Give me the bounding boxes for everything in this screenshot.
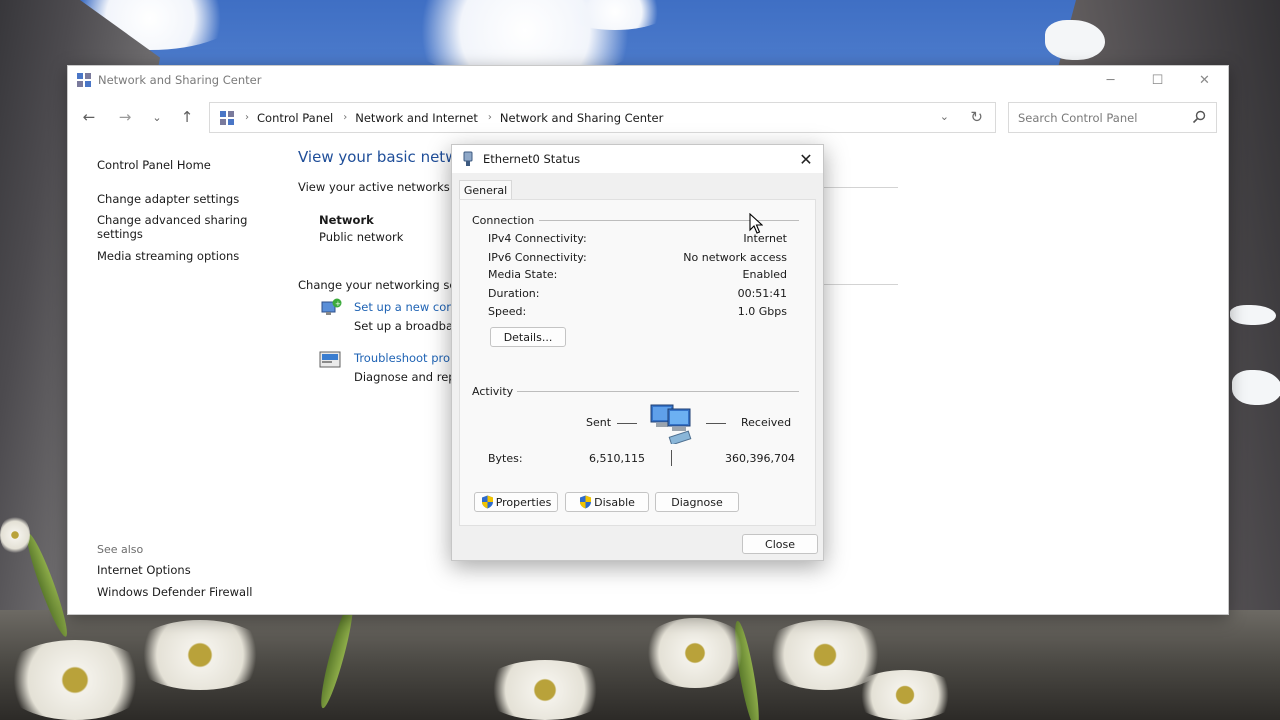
up-arrow-icon: ↑ (180, 108, 194, 126)
dialog-close-icon[interactable]: ✕ (795, 148, 817, 170)
minimize-button[interactable]: ─ (1087, 66, 1134, 94)
network-computers-icon (650, 404, 692, 444)
wallpaper-flower (640, 618, 750, 688)
maximize-button[interactable]: ☐ (1134, 66, 1181, 94)
tab-general[interactable]: General (459, 180, 512, 200)
svg-text:+: + (335, 300, 341, 308)
wallpaper-snow (1230, 305, 1276, 325)
ethernet-icon (463, 151, 473, 166)
up-button[interactable]: ↑ (174, 104, 200, 130)
address-toolbar: ← → ⌄ ↑ › Control Panel › Network and In… (68, 94, 1228, 140)
sidebar-item-windows-defender-firewall[interactable]: Windows Defender Firewall (97, 585, 252, 599)
forward-button[interactable]: → (112, 104, 138, 130)
change-networking-settings-label: Change your networking set (298, 278, 461, 292)
breadcrumb-network-internet[interactable]: Network and Internet (355, 111, 478, 125)
sent-line (617, 423, 637, 424)
search-icon[interactable] (1192, 110, 1206, 124)
disable-button[interactable]: Disable (565, 492, 649, 512)
wallpaper-flower (0, 515, 30, 555)
close-window-button[interactable]: ✕ (1181, 66, 1228, 94)
bytes-received-value: 360,396,704 (725, 452, 795, 465)
ethernet-status-dialog: Ethernet0 Status ✕ General Connection IP… (451, 144, 824, 561)
duration-value: 00:51:41 (737, 287, 787, 300)
disable-label: Disable (594, 495, 635, 509)
page-title: View your basic netw (298, 148, 458, 166)
speed-label: Speed: (488, 305, 527, 318)
wallpaper-flower (130, 620, 270, 690)
window-controls: ─ ☐ ✕ (1087, 66, 1228, 94)
back-arrow-icon: ← (82, 108, 96, 126)
breadcrumb-control-panel[interactable]: Control Panel (257, 111, 333, 125)
chevron-right-icon[interactable]: › (245, 112, 249, 123)
sidebar-item-control-panel-home[interactable]: Control Panel Home (97, 158, 211, 172)
ipv4-connectivity-label: IPv4 Connectivity: (488, 232, 587, 245)
uac-shield-icon (481, 495, 493, 509)
sidebar-item-change-advanced-sharing[interactable]: Change advanced sharing settings (97, 213, 257, 241)
search-input[interactable]: Search Control Panel (1008, 102, 1217, 133)
ipv6-connectivity-label: IPv6 Connectivity: (488, 251, 587, 264)
see-also-heading: See also (97, 543, 144, 556)
bytes-divider (671, 450, 672, 466)
bytes-label: Bytes: (488, 452, 523, 465)
address-bar[interactable]: › Control Panel › Network and Internet ›… (209, 102, 996, 133)
search-placeholder: Search Control Panel (1018, 110, 1138, 125)
task-link-troubleshoot[interactable]: Troubleshoot prob (354, 351, 457, 365)
sidebar-item-internet-options[interactable]: Internet Options (97, 563, 191, 577)
wallpaper-flower (0, 640, 150, 720)
chevron-right-icon[interactable]: › (488, 112, 492, 123)
general-tab-panel: Connection IPv4 Connectivity: Internet I… (459, 199, 816, 526)
wallpaper-flower (850, 670, 960, 720)
mouse-cursor-icon (749, 213, 763, 234)
properties-label: Properties (495, 495, 552, 509)
address-dropdown-icon[interactable]: ⌄ (940, 110, 949, 123)
close-dialog-button[interactable]: Close (742, 534, 818, 554)
bytes-sent-value: 6,510,115 (589, 452, 645, 465)
control-panel-icon (220, 110, 234, 125)
sidebar-item-media-streaming[interactable]: Media streaming options (97, 249, 239, 263)
duration-label: Duration: (488, 287, 540, 300)
media-state-value: Enabled (742, 268, 787, 281)
sent-label: Sent (586, 416, 612, 429)
group-divider (517, 391, 799, 392)
network-type: Public network (319, 230, 404, 244)
network-center-icon (77, 73, 91, 87)
network-name: Network (319, 213, 374, 227)
ipv6-connectivity-value: No network access (683, 251, 787, 264)
uac-shield-icon (580, 495, 592, 509)
received-label: Received (741, 416, 792, 429)
task-desc-setup-connection: Set up a broadban (354, 319, 461, 333)
media-state-label: Media State: (488, 268, 558, 281)
task-link-setup-connection[interactable]: Set up a new conn (354, 300, 461, 314)
sidebar-item-change-adapter-settings[interactable]: Change adapter settings (97, 192, 239, 206)
new-connection-icon: + (321, 298, 342, 315)
forward-arrow-icon: → (118, 108, 132, 126)
task-desc-troubleshoot: Diagnose and repa (354, 370, 463, 384)
refresh-icon[interactable]: ↻ (970, 108, 983, 126)
connection-group-label: Connection (472, 214, 535, 227)
speed-value: 1.0 Gbps (737, 305, 787, 318)
diagnose-button[interactable]: Diagnose (655, 492, 739, 512)
dialog-titlebar[interactable]: Ethernet0 Status ✕ (452, 145, 823, 173)
breadcrumb-network-sharing-center[interactable]: Network and Sharing Center (500, 111, 663, 125)
active-networks-label: View your active networks (298, 180, 450, 194)
back-button[interactable]: ← (76, 104, 102, 130)
window-title: Network and Sharing Center (98, 73, 262, 87)
chevron-down-icon: ⌄ (152, 110, 162, 124)
details-button[interactable]: Details... (490, 327, 566, 347)
wallpaper-flower (480, 660, 610, 720)
activity-group-label: Activity (472, 385, 514, 398)
troubleshoot-icon (319, 351, 341, 368)
window-titlebar[interactable]: Network and Sharing Center ─ ☐ ✕ (68, 66, 1228, 94)
recent-locations-button[interactable]: ⌄ (144, 104, 170, 130)
chevron-right-icon[interactable]: › (343, 112, 347, 123)
received-line (706, 423, 726, 424)
dialog-title: Ethernet0 Status (483, 152, 581, 166)
properties-button[interactable]: Properties (474, 492, 558, 512)
wallpaper-snow (1045, 20, 1105, 60)
wallpaper-snow (1232, 370, 1280, 405)
